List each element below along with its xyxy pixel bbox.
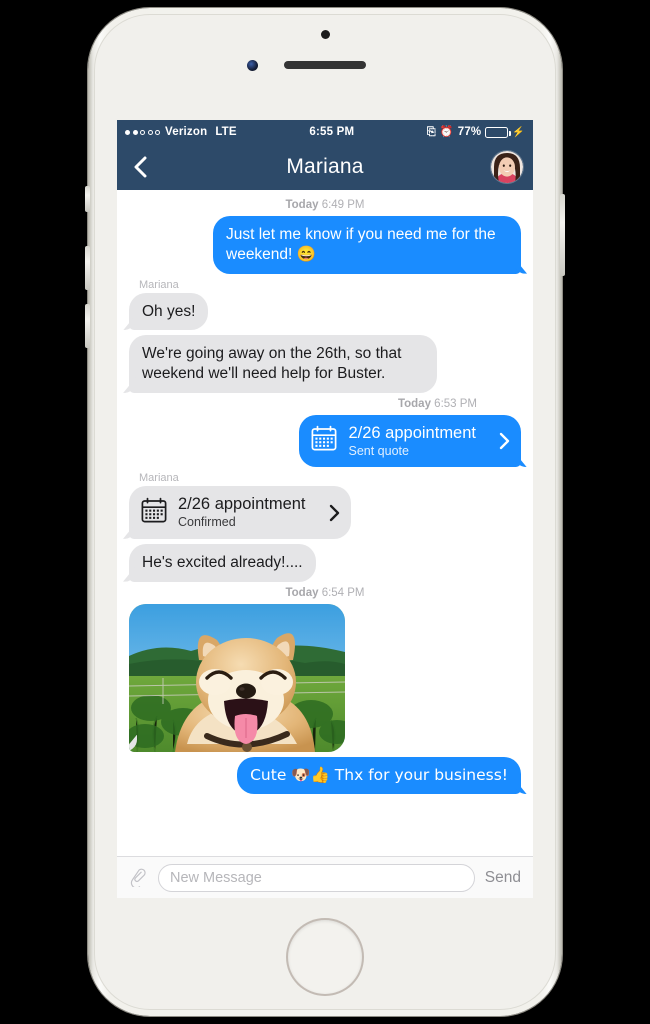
carrier-label: Verizon [165,126,208,138]
timestamp-day: Today [285,586,319,599]
appointment-card-outgoing[interactable]: 2/26 appointment Sent quote [299,415,521,468]
appointment-status: Sent quote [348,444,409,459]
message-row: 2/26 appointment Sent quote [117,415,533,468]
timestamp-time: 6:54 PM [321,586,365,599]
message-bubble-outgoing[interactable]: Just let me know if you need me for the … [213,216,521,274]
message-composer: Send [117,856,533,898]
appointment-card-incoming[interactable]: 2/26 appointment Confirmed [129,486,351,539]
timestamp: Today 6:49 PM [117,199,533,211]
appointment-title: 2/26 appointment [178,495,306,514]
appointment-title: 2/26 appointment [348,424,476,443]
rotation-lock-icon: ⎘ [426,125,436,138]
timestamp-day: Today [285,199,319,211]
proximity-sensor-icon [321,30,330,39]
power-button[interactable] [560,194,565,276]
message-bubble-incoming[interactable]: He's excited already!.... [129,543,316,582]
calendar-icon [311,425,337,457]
status-bar: Verizon LTE 6:55 PM ⎘ ⏰ 77% ⚡ [117,120,533,144]
status-bar-right: ⎘ ⏰ 77% ⚡ [427,126,525,138]
photo-message-dog[interactable] [129,603,345,752]
avatar[interactable] [491,151,523,183]
earpiece-speaker-icon [284,61,366,69]
timestamp-time: 6:49 PM [321,199,365,211]
message-bubble-incoming[interactable]: Oh yes! [129,292,209,331]
message-row: Just let me know if you need me for the … [117,216,533,274]
chevron-right-icon[interactable] [329,504,340,522]
network-type-label: LTE [215,126,237,138]
message-row: 2/26 appointment Confirmed [117,486,533,539]
phone-device-frame: Verizon LTE 6:55 PM ⎘ ⏰ 77% ⚡ Mariana To… [85,8,565,1016]
front-camera-icon [247,60,258,71]
appointment-status: Confirmed [178,515,236,530]
message-row: We're going away on the 26th, so that we… [117,335,533,394]
volume-up-button[interactable] [85,246,90,290]
chevron-right-icon[interactable] [499,432,510,450]
message-row: He's excited already!.... [117,543,533,582]
alarm-clock-icon: ⏰ [439,125,454,138]
paperclip-icon[interactable] [126,866,150,890]
timestamp: Today 6:53 PM [117,398,533,410]
signal-strength-icon [125,129,160,135]
timestamp: Today 6:54 PM [117,587,533,599]
message-bubble-incoming[interactable]: We're going away on the 26th, so that we… [129,335,437,394]
charging-bolt-icon: ⚡ [512,126,525,138]
mute-switch-button[interactable] [85,186,90,212]
message-row: Oh yes! [117,292,533,331]
battery-percent-label: 77% [457,126,482,138]
battery-icon [485,126,511,138]
message-row [117,603,533,752]
home-button[interactable] [288,920,362,994]
timestamp-time: 6:53 PM [434,398,477,411]
volume-down-button[interactable] [85,304,90,348]
sender-name-label: Mariana [139,472,179,485]
send-button[interactable]: Send [483,869,524,887]
back-button[interactable] [127,154,153,180]
status-bar-left: Verizon LTE [125,126,237,138]
message-thread[interactable]: Today 6:49 PM Just let me know if you ne… [117,190,533,856]
search-input[interactable] [158,863,475,892]
timestamp-day: Today [397,398,431,411]
calendar-icon [141,497,167,529]
navigation-bar: Mariana [117,144,533,190]
page-title: Mariana [286,155,364,178]
status-bar-clock: 6:55 PM [309,126,355,138]
phone-screen: Verizon LTE 6:55 PM ⎘ ⏰ 77% ⚡ Mariana To… [117,120,533,898]
message-row: Cute 🐶👍 Thx for your business! [117,756,533,795]
sender-name-label: Mariana [139,278,179,291]
message-bubble-outgoing[interactable]: Cute 🐶👍 Thx for your business! [237,756,521,795]
